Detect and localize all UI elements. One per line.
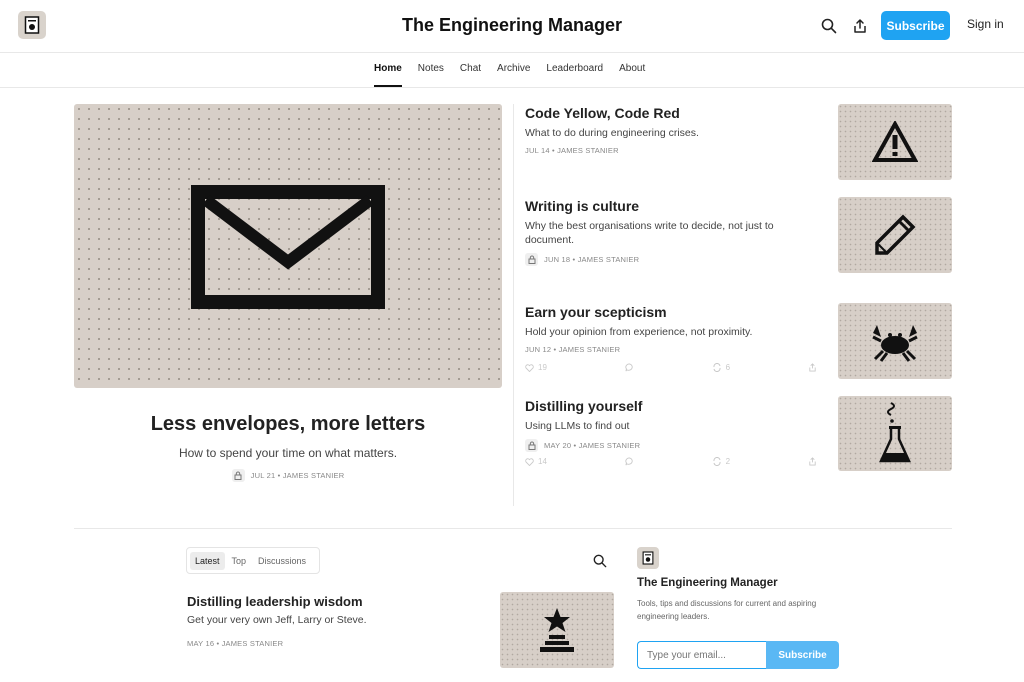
restack-button[interactable]: 2 [712,457,730,466]
share-icon [809,363,816,372]
post-item[interactable]: Writing is culture Why the best organisa… [525,198,825,266]
restack-icon [713,457,721,466]
search-icon[interactable] [819,16,839,36]
nav-about[interactable]: About [619,63,645,87]
heart-icon [525,457,534,466]
nav-bar: Home Notes Chat Archive Leaderboard Abou… [0,52,1024,88]
post-title[interactable]: Earn your scepticism [525,304,825,320]
post-meta: JUL 14 • JAMES STANIER [525,146,619,155]
envelope-icon [191,185,385,309]
tab-top[interactable]: Top [227,552,252,570]
sign-in-link[interactable]: Sign in [967,17,1004,31]
hero-image[interactable] [74,104,502,388]
post-title[interactable]: Code Yellow, Code Red [525,105,825,121]
flask-icon [879,401,911,462]
warning-icon [872,121,918,162]
lock-icon [525,253,538,266]
post-subtitle: What to do during engineering crises. [525,127,699,139]
heart-icon [525,363,534,372]
restack-icon [713,363,721,372]
post-meta: MAY 20 • JAMES STANIER [544,441,641,450]
nav-leaderboard[interactable]: Leaderboard [546,63,603,87]
post-title[interactable]: Distilling leadership wisdom [187,594,363,609]
sidebar-title[interactable]: The Engineering Manager [637,577,778,589]
section-divider [74,528,952,529]
post-title[interactable]: Distilling yourself [525,398,825,414]
lock-icon [525,439,538,452]
comment-icon [625,457,633,466]
tab-discussions[interactable]: Discussions [253,552,311,570]
restack-count: 6 [725,363,731,372]
post-meta: MAY 16 • JAMES STANIER [187,639,284,648]
nav-notes[interactable]: Notes [418,63,444,87]
post-thumbnail[interactable] [838,303,952,379]
feed-tabs: Latest Top Discussions [186,547,320,574]
post-thumbnail[interactable] [838,396,952,471]
post-thumbnail[interactable] [838,104,952,180]
post-subtitle: Hold your opinion from experience, not p… [525,326,753,338]
lock-icon [231,469,245,482]
trophy-star-icon [540,608,574,652]
crab-icon [872,325,918,362]
search-icon[interactable] [590,551,610,571]
nav-chat[interactable]: Chat [460,63,481,87]
sidebar-subscribe-button[interactable]: Subscribe [766,641,839,669]
document-icon [642,551,654,565]
subscribe-button[interactable]: Subscribe [881,11,950,40]
like-button[interactable]: 19 [525,363,547,372]
like-count: 14 [538,457,547,466]
nav-archive[interactable]: Archive [497,63,530,87]
comment-icon [625,363,633,372]
share-button[interactable] [808,457,817,466]
post-title[interactable]: Writing is culture [525,198,825,214]
pencil-icon [875,214,916,255]
hero-date-author: JUL 21 • JAMES STANIER [250,471,345,480]
like-button[interactable]: 14 [525,457,547,466]
restack-button[interactable]: 6 [712,363,730,372]
column-divider [513,104,514,506]
share-button[interactable] [808,363,817,372]
site-header: The Engineering Manager Subscribe Sign i… [0,0,1024,53]
post-item[interactable]: Distilling yourself Using LLMs to find o… [525,398,825,452]
post-subtitle: Using LLMs to find out [525,420,630,432]
email-field[interactable] [637,641,767,669]
post-stats: 14 2 [525,457,817,466]
comment-button[interactable] [625,363,634,372]
tab-latest[interactable]: Latest [190,551,225,570]
hero-meta: JUL 21 • JAMES STANIER [74,469,502,482]
post-subtitle: Get your very own Jeff, Larry or Steve. [187,614,367,626]
nav-home[interactable]: Home [374,63,402,87]
share-icon [809,457,816,466]
post-meta: JUN 18 • JAMES STANIER [544,255,640,264]
publication-title[interactable]: The Engineering Manager [0,15,1024,36]
restack-count: 2 [725,457,731,466]
post-stats: 19 6 [525,363,817,372]
post-item[interactable]: Code Yellow, Code Red What to do during … [525,105,825,155]
sidebar-description: Tools, tips and discussions for current … [637,599,817,621]
publication-logo[interactable] [637,547,659,569]
hero-subtitle: How to spend your time on what matters. [178,446,398,460]
post-thumbnail[interactable] [500,592,614,668]
post-subtitle: Why the best organisations write to deci… [525,220,774,246]
comment-button[interactable] [625,457,634,466]
hero-title[interactable]: Less envelopes, more letters [74,413,502,436]
like-count: 19 [538,363,547,372]
post-item[interactable]: Earn your scepticism Hold your opinion f… [525,304,825,354]
post-meta: JUN 12 • JAMES STANIER [525,345,621,354]
post-thumbnail[interactable] [838,197,952,273]
share-icon[interactable] [850,16,870,36]
